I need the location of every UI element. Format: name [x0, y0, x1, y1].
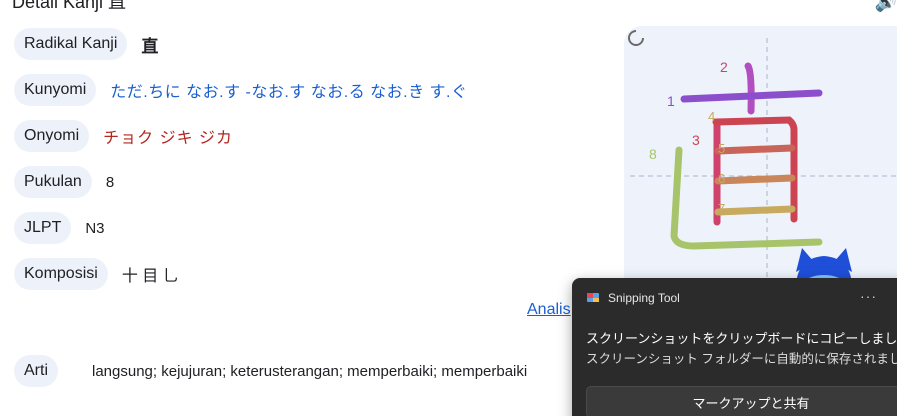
stroke-number: 1 — [667, 93, 675, 109]
radical-row: Radikal Kanji 直 — [14, 28, 158, 60]
radical-value: 直 — [141, 36, 159, 56]
stroke-number: 4 — [708, 109, 715, 124]
replay-icon[interactable] — [624, 26, 648, 50]
composition-row: Komposisi 十 目 乚 — [14, 258, 179, 290]
jlpt-label: JLPT — [14, 212, 72, 244]
stroke-number: 2 — [720, 59, 728, 75]
stroke-number: 5 — [718, 141, 725, 156]
onyomi-value[interactable]: チョク ジキ ジカ — [103, 124, 233, 148]
page-title: Detail Kanji 直 — [12, 0, 127, 12]
toast-title: スクリーンショットをクリップボードにコピーしました — [586, 331, 897, 346]
analysis-link[interactable]: Analis — [527, 301, 571, 319]
markup-share-button[interactable]: マークアップと共有 — [586, 386, 897, 416]
strokes-row: Pukulan 8 — [14, 166, 114, 198]
jlpt-value: N3 — [85, 219, 105, 237]
stroke-1 — [680, 89, 823, 103]
stroke-6 — [714, 174, 796, 185]
kunyomi-value[interactable]: ただ.ちに なお.す -なお.す なお.る なお.き す.ぐ — [110, 78, 467, 102]
kunyomi-label: Kunyomi — [14, 74, 97, 106]
stroke-number: 6 — [718, 171, 725, 186]
strokes-value: 8 — [105, 173, 115, 191]
snipping-tool-notification[interactable]: Snipping Tool ··· スクリーンショットをクリップボードにコピーし… — [572, 278, 897, 416]
more-options-icon[interactable]: ··· — [860, 288, 877, 304]
stroke-number: 7 — [718, 201, 725, 216]
stroke-number: 3 — [692, 132, 700, 148]
toast-subtitle: スクリーンショット フォルダーに自動的に保存されました。 — [586, 352, 897, 366]
stroke-5 — [714, 144, 796, 155]
meaning-label: Arti — [14, 355, 58, 387]
composition-value: 十 目 乚 — [121, 268, 179, 285]
meaning-row: Arti langsung; kejujuran; keterusteranga… — [14, 355, 527, 387]
stroke-7 — [714, 205, 796, 216]
kunyomi-row: Kunyomi ただ.ちに なお.す -なお.す なお.る なお.き す.ぐ — [14, 74, 467, 106]
stroke-number: 8 — [649, 146, 657, 162]
composition-label: Komposisi — [14, 258, 108, 290]
stroke-2 — [744, 62, 755, 115]
toast-app-name: Snipping Tool — [608, 291, 680, 305]
jlpt-row: JLPT N3 — [14, 212, 105, 244]
speaker-icon[interactable]: 🔊 — [875, 0, 897, 13]
meaning-value: langsung; kejujuran; keterusterangan; me… — [92, 362, 528, 380]
onyomi-label: Onyomi — [14, 120, 90, 152]
onyomi-row: Onyomi チョク ジキ ジカ — [14, 120, 233, 152]
strokes-label: Pukulan — [14, 166, 92, 198]
toast-header: Snipping Tool — [586, 291, 680, 305]
stroke-4 — [712, 116, 798, 223]
radical-label: Radikal Kanji — [14, 28, 128, 60]
snipping-tool-icon — [586, 291, 600, 305]
header-actions: 🔊 — [875, 0, 897, 13]
